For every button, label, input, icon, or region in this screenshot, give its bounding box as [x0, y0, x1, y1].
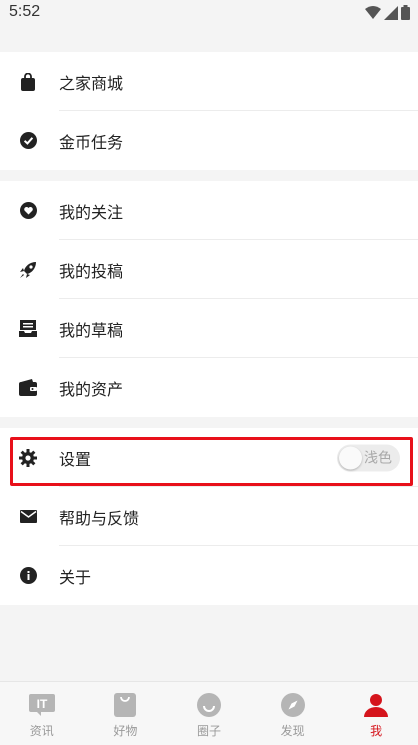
menu-item-mall[interactable]: 之家商城 [0, 52, 418, 111]
toggle-knob [339, 446, 362, 469]
menu-item-drafts[interactable]: 我的草稿 [0, 299, 418, 358]
tab-label: 我 [370, 724, 383, 738]
menu-item-label: 金币任务 [59, 132, 124, 152]
menu-item-about[interactable]: 关于 [0, 546, 418, 605]
heart-circle-icon [19, 202, 37, 220]
status-bar: 5:52 [0, 0, 418, 25]
menu-group-settings: 设置 浅色 帮助与反馈 关于 [0, 428, 418, 605]
gear-icon [19, 448, 37, 467]
menu-item-label: 关于 [59, 567, 92, 587]
menu-item-label: 帮助与反馈 [59, 508, 140, 528]
wallet-icon [19, 379, 37, 397]
menu-item-label: 我的关注 [59, 202, 124, 222]
menu-item-assets[interactable]: 我的资产 [0, 358, 418, 417]
menu-item-feedback[interactable]: 帮助与反馈 [0, 487, 418, 546]
menu-item-label: 我的资产 [59, 379, 124, 399]
menu-item-label: 我的投稿 [59, 261, 124, 281]
mail-icon [19, 508, 37, 526]
tab-label: 好物 [113, 724, 138, 738]
status-time: 5:52 [9, 3, 41, 20]
menu-item-submissions[interactable]: 我的投稿 [0, 240, 418, 299]
inbox-tray-icon [19, 320, 37, 338]
battery-icon [401, 5, 410, 20]
shop-bag-icon [112, 692, 138, 718]
bottom-tab-bar: IT 资讯 好物 圈子 发现 我 [0, 681, 418, 745]
tab-circle[interactable]: 圈子 [167, 682, 251, 745]
smile-icon [196, 692, 222, 718]
menu-item-coin-tasks[interactable]: 金币任务 [0, 111, 418, 170]
wifi-icon [365, 5, 381, 19]
menu-group-content: 我的关注 我的投稿 我的草稿 我的资产 [0, 181, 418, 417]
tab-me[interactable]: 我 [334, 682, 418, 745]
check-circle-icon [19, 132, 37, 150]
status-icons [365, 5, 410, 20]
menu-item-settings[interactable]: 设置 浅色 [0, 428, 418, 487]
compass-icon [280, 692, 306, 718]
news-icon: IT [28, 692, 55, 718]
menu-item-label: 设置 [59, 449, 92, 469]
svg-text:IT: IT [36, 697, 47, 711]
info-icon [19, 567, 37, 585]
tab-label: 圈子 [196, 724, 221, 738]
shopping-bag-icon [19, 72, 37, 91]
tab-news[interactable]: IT 资讯 [0, 682, 84, 745]
signal-icon [384, 5, 398, 20]
tab-goods[interactable]: 好物 [84, 682, 168, 745]
tab-discover[interactable]: 发现 [251, 682, 335, 745]
menu-item-follows[interactable]: 我的关注 [0, 181, 418, 240]
menu-item-label: 之家商城 [59, 73, 124, 93]
rocket-icon [19, 261, 37, 279]
person-icon [363, 692, 389, 718]
tab-label: 资讯 [29, 724, 54, 738]
menu-item-label: 我的草稿 [59, 320, 124, 340]
toggle-label: 浅色 [364, 450, 392, 467]
tab-label: 发现 [280, 724, 305, 738]
theme-toggle[interactable]: 浅色 [337, 444, 400, 471]
menu-group-shop: 之家商城 金币任务 [0, 52, 418, 170]
